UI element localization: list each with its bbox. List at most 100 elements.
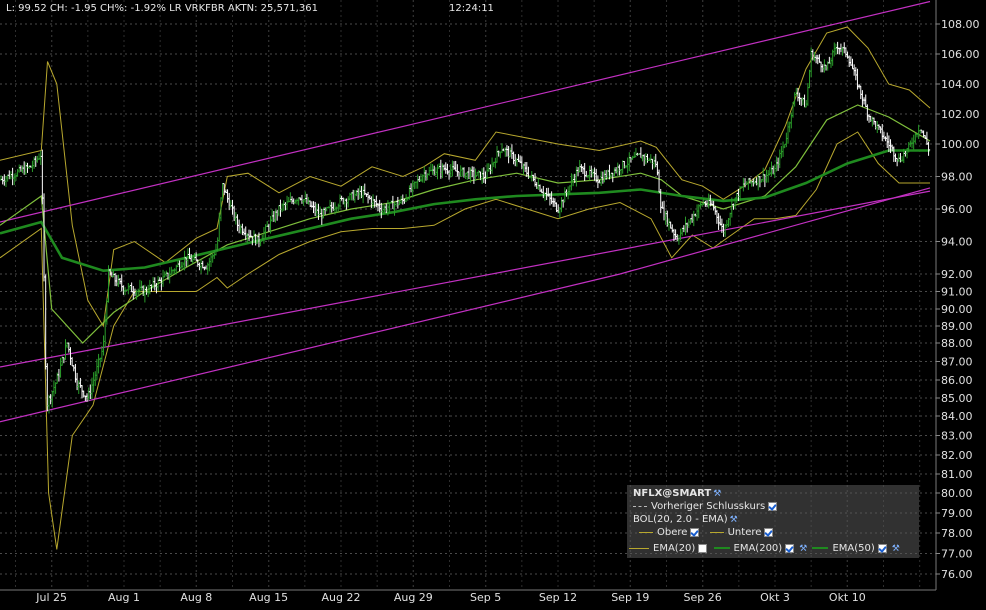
price-bar <box>879 126 883 134</box>
price-bar <box>850 58 855 70</box>
price-bar <box>822 59 826 73</box>
price-bar <box>525 162 529 177</box>
price-bar <box>409 183 413 193</box>
price-bar <box>465 171 469 180</box>
ema50-wrench-icon[interactable]: ⚒ <box>892 543 900 556</box>
price-bar <box>202 266 206 271</box>
price-bar <box>561 199 565 208</box>
y-tick-label: 108.00 <box>941 18 980 31</box>
price-bar <box>669 221 673 229</box>
x-tick-label: Aug 1 <box>108 591 140 604</box>
y-tick-label: 100.00 <box>941 138 980 151</box>
price-bar <box>437 163 441 169</box>
lower-checkbox[interactable] <box>764 527 774 537</box>
legend-symbol: NFLX@SMART <box>633 488 712 499</box>
price-bar <box>285 195 289 210</box>
price-bar <box>323 207 327 215</box>
y-tick-label: 81.00 <box>941 468 973 481</box>
price-bar <box>621 160 625 174</box>
legend-ema20: EMA(20) <box>653 543 696 554</box>
price-bar <box>288 192 292 203</box>
price-bar <box>353 190 357 203</box>
y-tick-label: 79.00 <box>941 507 973 520</box>
y-tick-label: 91.00 <box>941 286 973 299</box>
price-bar <box>290 196 294 204</box>
price-bar <box>806 83 810 106</box>
price-bar <box>771 165 775 175</box>
price-bar <box>234 212 238 225</box>
price-bar <box>503 147 507 157</box>
quote-summary: L: 99.52 CH: -1.95 CH%: -1.92% LR VRKFBR… <box>6 3 318 14</box>
price-bar <box>690 213 694 223</box>
price-bar <box>507 146 511 164</box>
price-bar <box>647 157 651 162</box>
price-bar <box>20 165 25 174</box>
price-bar <box>159 277 164 291</box>
price-bar <box>75 372 79 391</box>
price-bar <box>497 150 501 157</box>
price-bar <box>373 199 377 208</box>
y-tick-label: 98.00 <box>941 171 973 184</box>
price-bar <box>126 283 130 295</box>
price-bar <box>229 200 233 208</box>
price-bar <box>707 193 711 209</box>
price-bar <box>450 160 454 177</box>
price-bar <box>789 112 793 129</box>
price-bar <box>664 210 668 225</box>
price-bar <box>579 164 583 173</box>
x-tick-label: Okt 3 <box>760 591 790 604</box>
ema200-checkbox[interactable] <box>785 543 795 553</box>
price-bar <box>9 171 13 180</box>
price-bar <box>685 222 689 233</box>
price-bar <box>912 134 916 150</box>
price-bar <box>612 167 617 177</box>
price-bar <box>434 167 438 176</box>
price-bar <box>616 162 620 177</box>
upper-checkbox[interactable] <box>690 527 700 537</box>
trend-lines[interactable] <box>0 0 931 423</box>
price-bar <box>523 162 527 173</box>
y-tick-label: 82.00 <box>941 449 973 462</box>
chart-legend[interactable]: NFLX@SMART ⚒ Vorheriger Schlusskurs BOL(2… <box>627 485 919 558</box>
price-bar <box>644 153 648 165</box>
ema20-checkbox[interactable] <box>698 543 708 553</box>
price-bar <box>455 164 459 177</box>
price-bar <box>88 384 92 400</box>
ema200-wrench-icon[interactable]: ⚒ <box>799 543 807 556</box>
price-bar <box>55 372 59 384</box>
price-bar <box>303 191 307 203</box>
price-bar <box>96 353 101 374</box>
legend-lower: Untere <box>727 527 762 538</box>
price-bar <box>63 339 68 360</box>
price-bar <box>237 219 241 234</box>
price-bar <box>649 154 653 164</box>
price-bar <box>670 224 674 233</box>
ema-lines <box>0 104 931 344</box>
x-tick-label: Sep 5 <box>470 591 501 604</box>
price-bar <box>697 204 701 219</box>
y-tick-label: 85.00 <box>941 392 973 405</box>
legend-prev-close-row: Vorheriger Schlusskurs <box>633 500 780 513</box>
price-bar <box>482 167 486 183</box>
y-tick-label: 104.00 <box>941 78 980 91</box>
ema50-checkbox[interactable] <box>877 543 887 553</box>
price-bar <box>116 274 121 287</box>
y-tick-label: 78.00 <box>941 527 973 540</box>
y-tick-label: 83.00 <box>941 430 973 443</box>
ema50-line <box>0 149 930 273</box>
prev-close-checkbox[interactable] <box>768 501 778 511</box>
price-bar <box>682 225 686 233</box>
price-bar <box>336 203 340 212</box>
price-bar <box>645 153 650 163</box>
price-bar <box>292 198 296 205</box>
upper-swatch-icon <box>639 531 653 533</box>
price-bar <box>419 173 423 182</box>
price-bar <box>95 358 99 380</box>
price-bar <box>490 157 494 174</box>
price-bar <box>893 153 898 162</box>
price-bar <box>17 164 21 173</box>
price-bar <box>695 204 699 221</box>
y-tick-label: 84.00 <box>941 410 973 423</box>
price-bar <box>442 164 446 171</box>
price-bar <box>25 162 30 173</box>
